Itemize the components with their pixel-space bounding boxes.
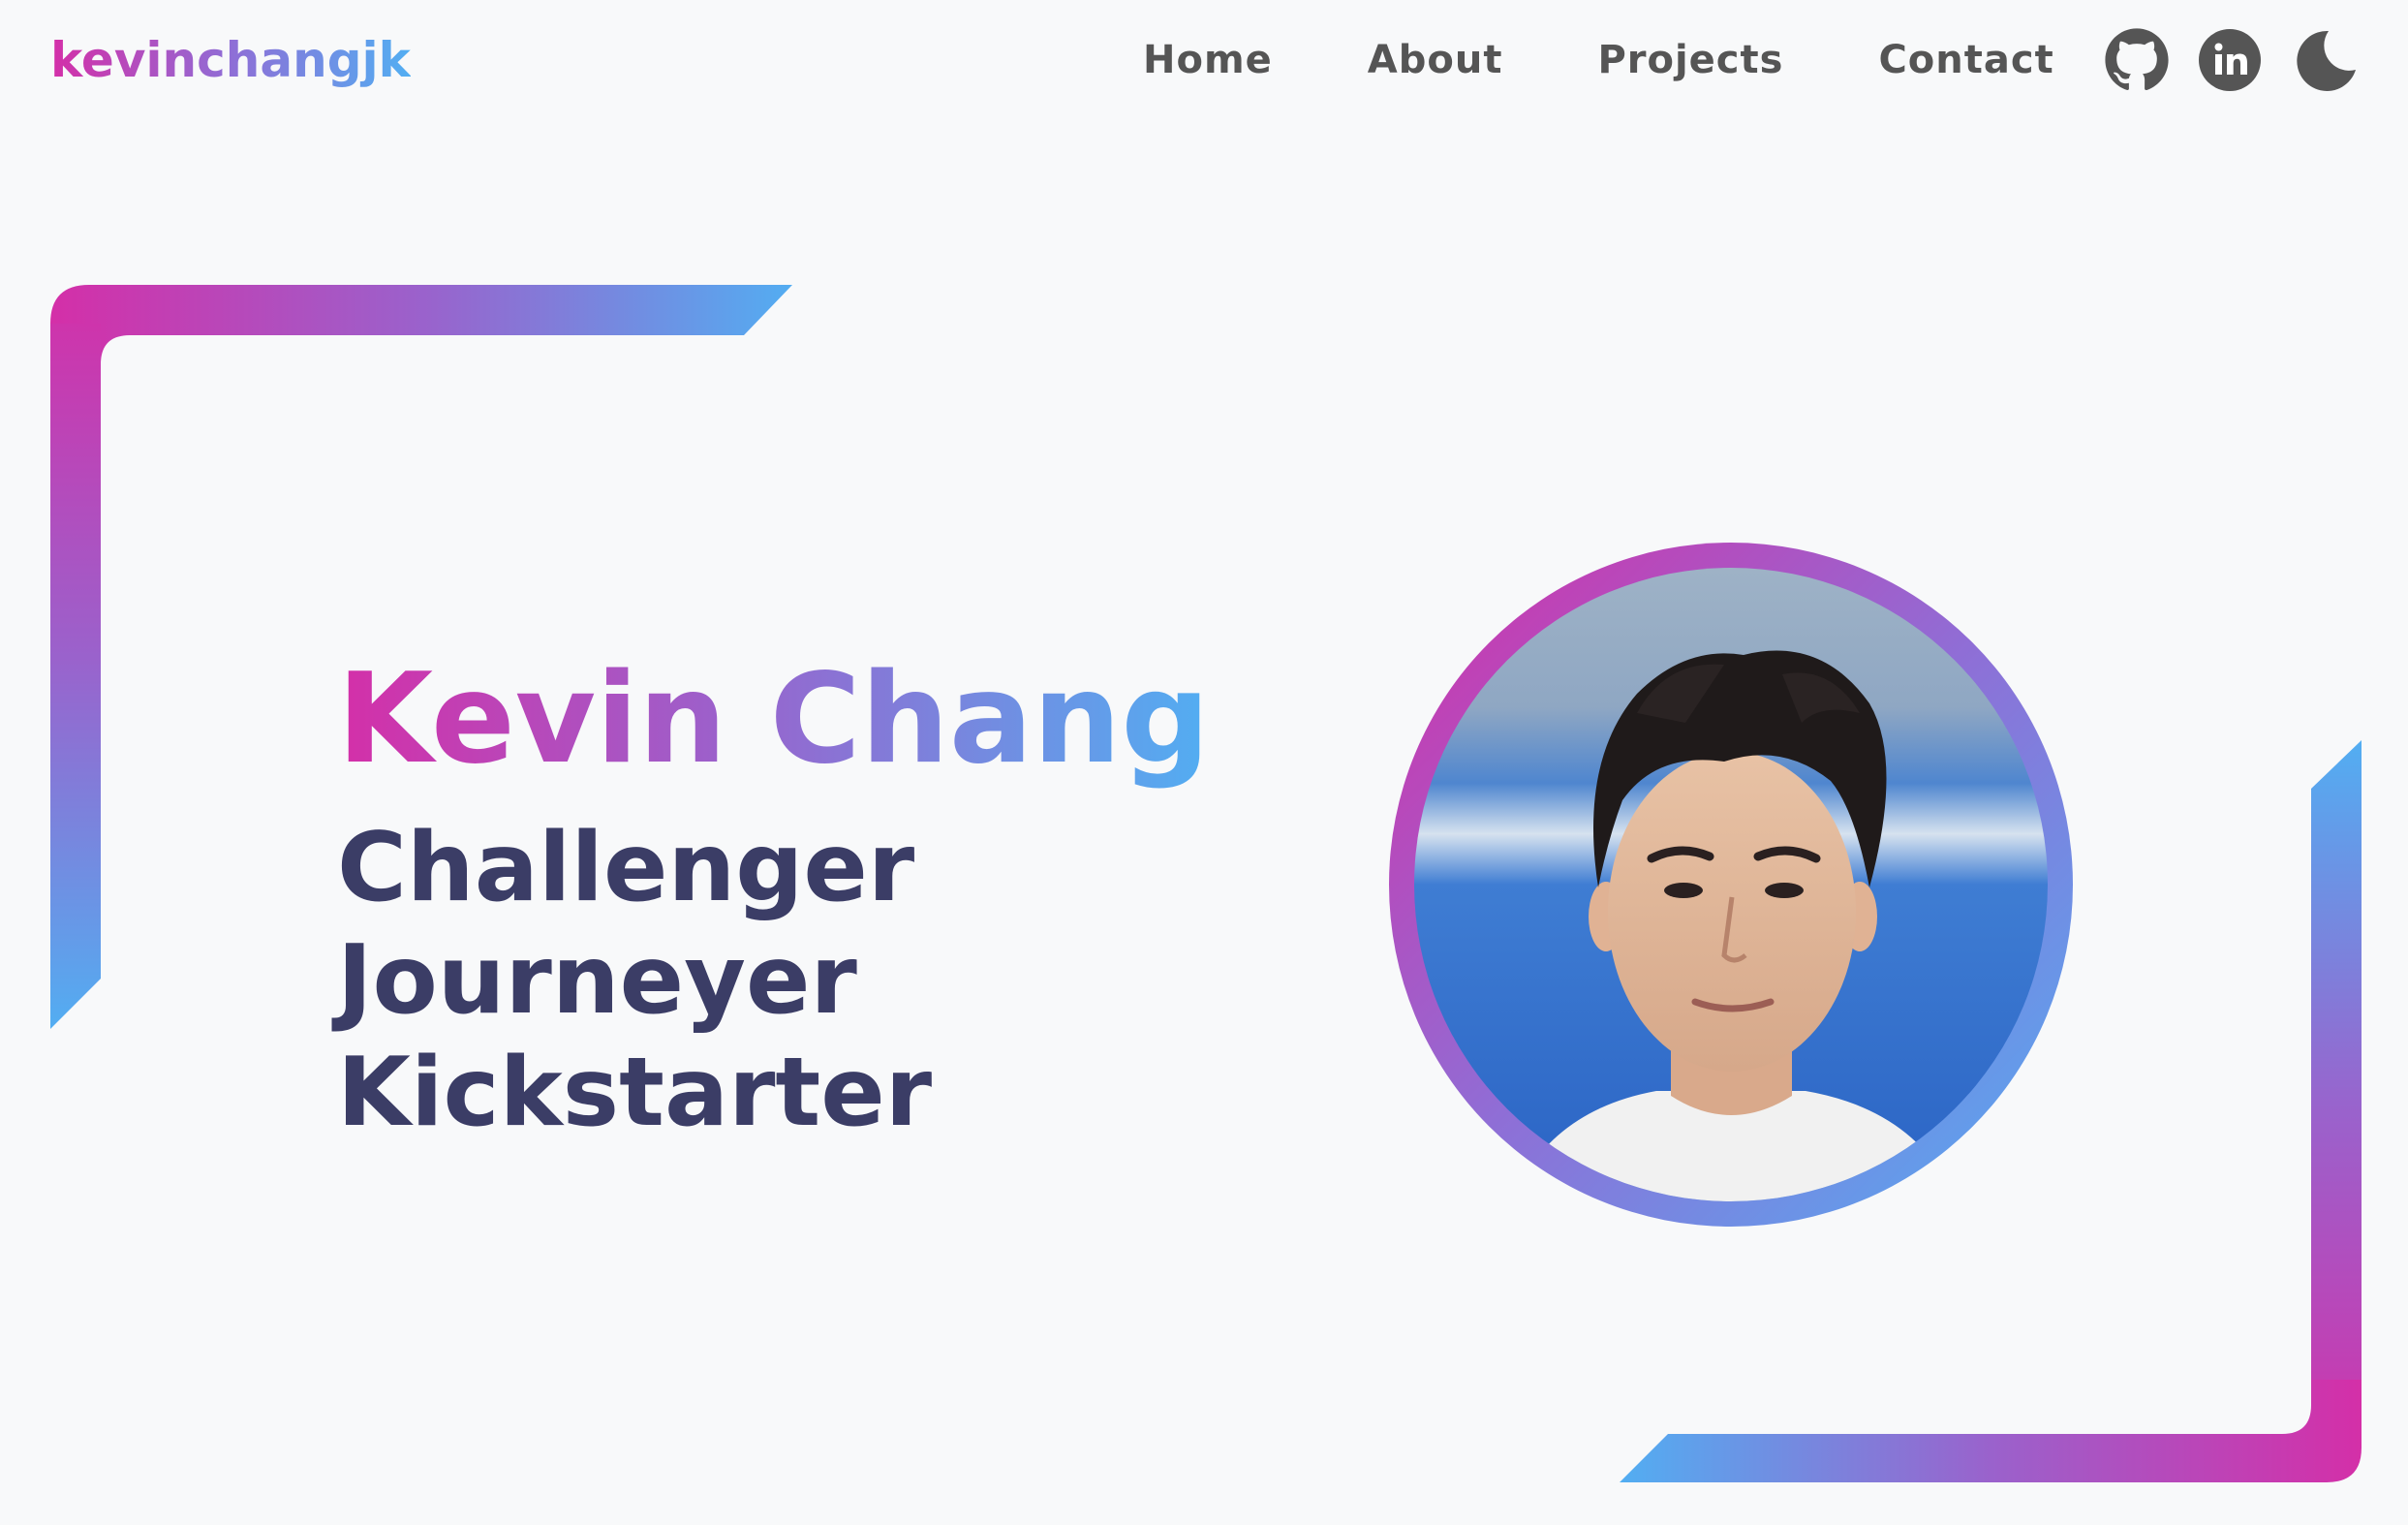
nav-link-home[interactable]: Home: [1143, 38, 1273, 82]
moon-icon[interactable]: [2294, 29, 2358, 93]
hero-tagline-list: Challenger Journeyer Kickstarter: [337, 812, 932, 1149]
profile-photo-ring: [1389, 543, 2073, 1227]
profile-photo: [1414, 568, 2048, 1201]
github-icon[interactable]: [2104, 27, 2170, 93]
tagline-word: Challenger: [337, 813, 915, 923]
tagline-word: Kickstarter: [337, 1038, 933, 1148]
main-nav: Home About Projects Contact: [1143, 23, 2054, 97]
nav-link-projects[interactable]: Projects: [1597, 38, 1783, 82]
tagline-word: Journeyer: [337, 925, 857, 1036]
nav-link-contact[interactable]: Contact: [1878, 38, 2053, 82]
nav-link-about[interactable]: About: [1368, 38, 1503, 82]
hero-name: Kevin Chang: [337, 647, 1210, 792]
linkedin-icon[interactable]: [2199, 29, 2261, 91]
brand-logo[interactable]: kevinchangjk: [50, 23, 411, 97]
